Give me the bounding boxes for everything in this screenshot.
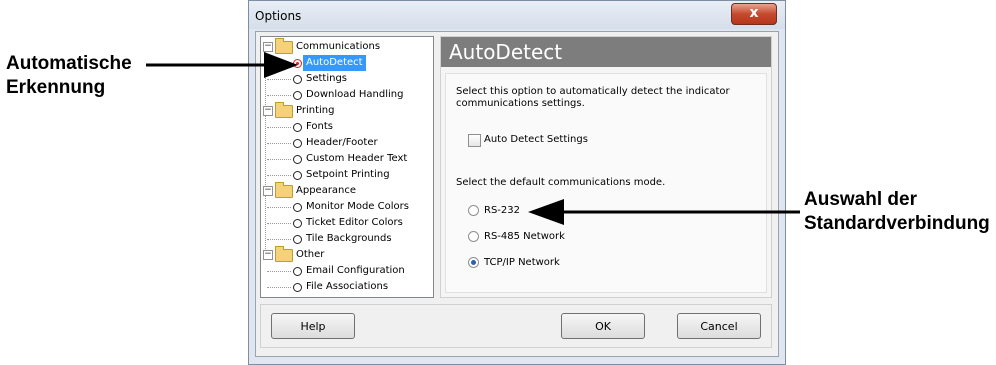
callout-arrows (146, 52, 800, 225)
arrow-autodetect (146, 52, 298, 78)
arrow-default-mode (528, 199, 800, 225)
